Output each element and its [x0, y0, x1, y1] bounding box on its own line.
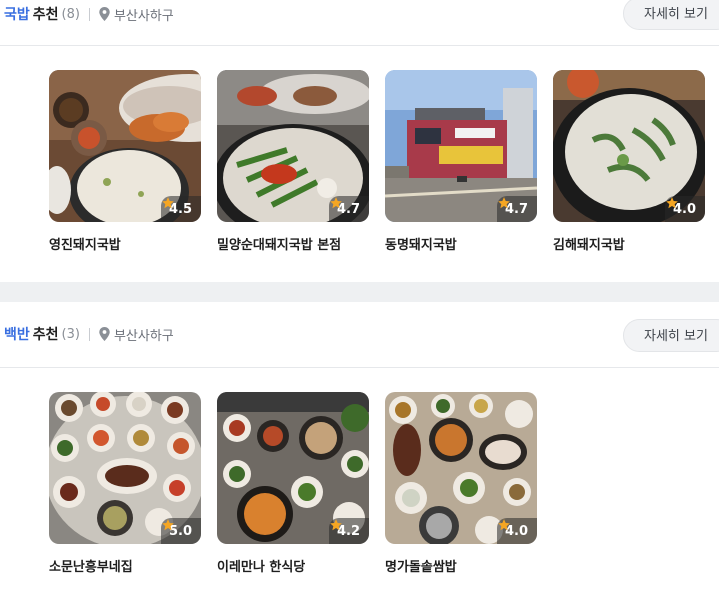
location-label: 부산사하구	[113, 328, 174, 344]
category-label[interactable]: 국밥	[4, 4, 30, 24]
divider	[88, 7, 90, 21]
restaurant-card[interactable]: 5.0 소문난흥부네집	[49, 392, 201, 575]
star-icon	[498, 197, 510, 209]
restaurant-name[interactable]: 동명돼지국밥	[385, 234, 457, 253]
star-icon	[162, 519, 174, 531]
restaurant-photo[interactable]: 4.0	[553, 70, 705, 222]
restaurant-photo[interactable]: 4.0	[385, 392, 537, 544]
star-icon	[330, 197, 342, 209]
rating-badge: 5.0	[160, 518, 201, 544]
section-title: 국밥 추천 (8) 부산사하구	[4, 2, 174, 26]
section-header: 백반 추천 (3) 부산사하구 자세히 보기	[0, 302, 719, 368]
see-more-button[interactable]: 자세히 보기	[623, 319, 719, 352]
restaurant-photo[interactable]: 4.7	[217, 70, 369, 222]
location-label: 부산사하구	[113, 8, 174, 24]
restaurant-photo[interactable]: 4.5	[49, 70, 201, 222]
restaurant-name[interactable]: 밀양순대돼지국밥 본점	[217, 234, 341, 253]
rating-badge: 4.0	[496, 518, 537, 544]
restaurant-photo[interactable]: 4.2	[217, 392, 369, 544]
rating-badge: 4.7	[328, 196, 369, 222]
recommend-label: 추천	[32, 7, 59, 23]
divider	[88, 327, 90, 341]
star-icon	[498, 519, 510, 531]
restaurant-card[interactable]: 4.7 동명돼지국밥	[385, 70, 537, 253]
restaurant-photo[interactable]: 4.7	[385, 70, 537, 222]
restaurant-name[interactable]: 이레만나 한식당	[217, 556, 305, 575]
rating-badge: 4.2	[328, 518, 369, 544]
restaurant-card[interactable]: 4.7 밀양순대돼지국밥 본점	[217, 70, 369, 253]
restaurant-card[interactable]: 4.0 김해돼지국밥	[553, 70, 705, 253]
recommend-section-baekban: 백반 추천 (3) 부산사하구 자세히 보기 5.0 소문난흥부네집 4.2 이…	[0, 302, 719, 602]
star-icon	[330, 519, 342, 531]
recommend-section-gukbap: 국밥 추천 (8) 부산사하구 자세히 보기 4.5 영진돼지국밥 4.7 밀양…	[0, 0, 719, 282]
restaurant-name[interactable]: 소문난흥부네집	[49, 556, 133, 575]
category-label[interactable]: 백반	[4, 324, 30, 344]
section-header: 국밥 추천 (8) 부산사하구 자세히 보기	[0, 0, 719, 46]
item-count: (8)	[61, 6, 80, 22]
section-title: 백반 추천 (3) 부산사하구	[4, 322, 174, 346]
restaurant-name[interactable]: 명가돌솥쌈밥	[385, 556, 457, 575]
map-pin-icon	[99, 327, 110, 341]
restaurant-name[interactable]: 영진돼지국밥	[49, 234, 121, 253]
restaurant-name[interactable]: 김해돼지국밥	[553, 234, 625, 253]
see-more-button[interactable]: 자세히 보기	[623, 0, 719, 30]
restaurant-card[interactable]: 4.2 이레만나 한식당	[217, 392, 369, 575]
recommend-label: 추천	[32, 327, 59, 343]
rating-badge: 4.7	[496, 196, 537, 222]
map-pin-icon	[99, 7, 110, 21]
restaurant-photo[interactable]: 5.0	[49, 392, 201, 544]
star-icon	[666, 197, 678, 209]
restaurant-card[interactable]: 4.0 명가돌솥쌈밥	[385, 392, 537, 575]
rating-badge: 4.0	[664, 196, 705, 222]
restaurant-card[interactable]: 4.5 영진돼지국밥	[49, 70, 201, 253]
item-count: (3)	[61, 326, 80, 342]
rating-badge: 4.5	[160, 196, 201, 222]
star-icon	[162, 197, 174, 209]
